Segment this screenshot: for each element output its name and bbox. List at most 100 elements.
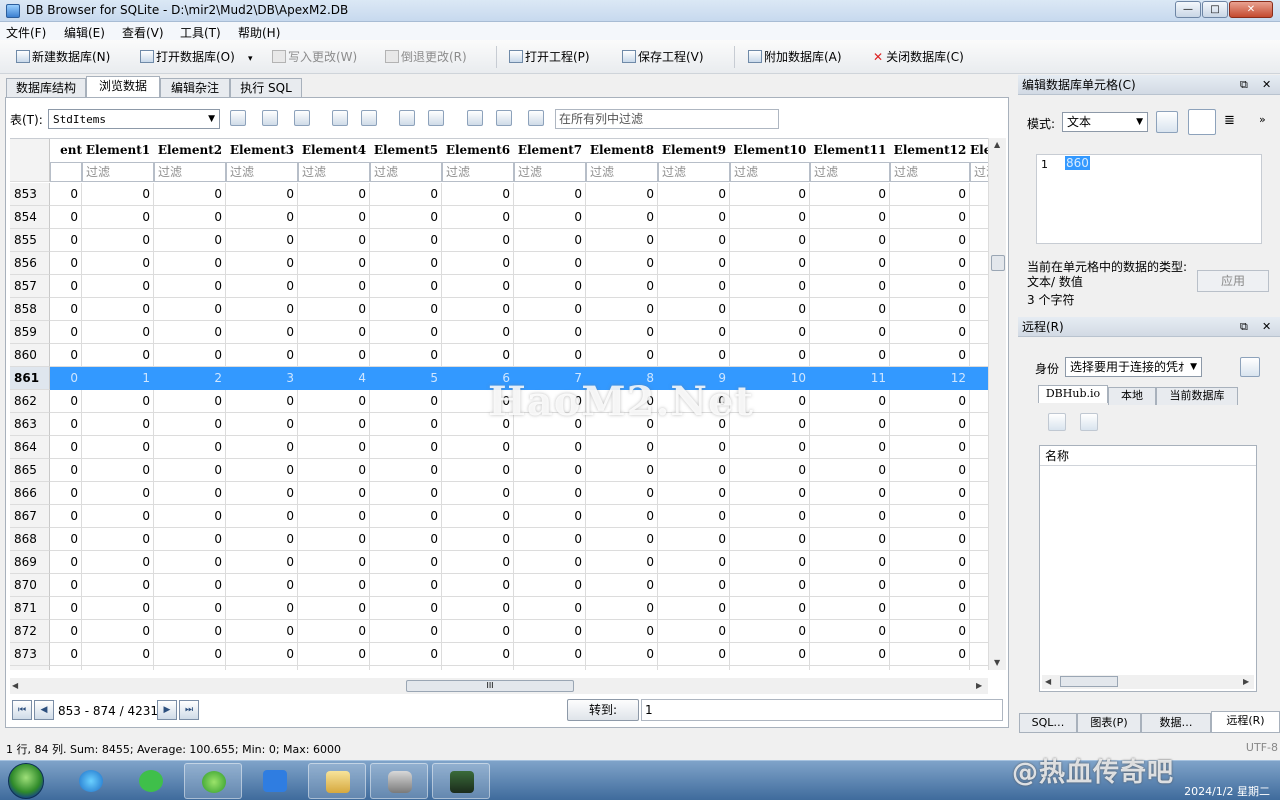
row-number[interactable]: 868 xyxy=(10,528,50,551)
table-cell[interactable]: 0 xyxy=(50,183,82,206)
table-cell[interactable]: 0 xyxy=(82,666,154,670)
open-database-dropdown-icon[interactable]: ▾ xyxy=(248,54,253,72)
column-filter-input[interactable]: 过滤 xyxy=(370,162,442,182)
table-select[interactable]: StdItems ▼ xyxy=(48,109,220,129)
table-cell[interactable]: 0 xyxy=(658,597,730,620)
table-cell[interactable]: 0 xyxy=(298,321,370,344)
table-cell[interactable] xyxy=(970,482,988,505)
table-cell[interactable]: 4 xyxy=(298,367,370,390)
table-cell[interactable]: 0 xyxy=(442,390,514,413)
column-header[interactable]: Element9 xyxy=(658,139,730,162)
table-cell[interactable]: 0 xyxy=(442,298,514,321)
close-panel-icon[interactable]: ✕ xyxy=(1262,75,1271,95)
table-cell[interactable]: 0 xyxy=(514,597,586,620)
minimize-button[interactable]: — xyxy=(1175,1,1201,18)
table-cell[interactable]: 0 xyxy=(514,459,586,482)
delete-record-icon[interactable] xyxy=(428,110,444,126)
filter-all-columns-input[interactable]: 在所有列中过滤 xyxy=(555,109,779,129)
scroll-down-icon[interactable]: ▼ xyxy=(994,658,1000,667)
table-cell[interactable]: 0 xyxy=(298,459,370,482)
table-cell[interactable]: 0 xyxy=(658,666,730,670)
table-cell[interactable]: 0 xyxy=(730,413,810,436)
table-cell[interactable]: 0 xyxy=(730,620,810,643)
table-cell[interactable]: 0 xyxy=(514,551,586,574)
table-cell[interactable]: 0 xyxy=(514,505,586,528)
column-header[interactable]: Element10 xyxy=(730,139,810,162)
table-cell[interactable] xyxy=(970,206,988,229)
table-cell[interactable]: 0 xyxy=(50,321,82,344)
column-filter-input[interactable]: 过滤 xyxy=(154,162,226,182)
table-cell[interactable]: 0 xyxy=(50,597,82,620)
table-cell[interactable]: 0 xyxy=(442,183,514,206)
table-cell[interactable]: 0 xyxy=(658,275,730,298)
set-encoding-icon[interactable] xyxy=(528,110,544,126)
goto-button[interactable]: 转到: xyxy=(567,699,639,721)
column-header[interactable]: Element12 xyxy=(890,139,970,162)
table-cell[interactable]: 0 xyxy=(226,528,298,551)
table-cell[interactable]: 0 xyxy=(890,183,970,206)
table-cell[interactable]: 0 xyxy=(658,321,730,344)
menu-tools[interactable]: 工具(T) xyxy=(180,24,221,41)
table-cell[interactable]: 0 xyxy=(298,620,370,643)
table-cell[interactable]: 0 xyxy=(730,643,810,666)
row-number[interactable]: 872 xyxy=(10,620,50,643)
refresh-icon[interactable] xyxy=(1048,413,1066,431)
table-cell[interactable]: 0 xyxy=(82,252,154,275)
grid-corner[interactable] xyxy=(10,139,50,182)
table-cell[interactable]: 0 xyxy=(810,298,890,321)
table-cell[interactable]: 0 xyxy=(370,344,442,367)
table-cell[interactable]: 0 xyxy=(154,436,226,459)
table-cell[interactable]: 0 xyxy=(82,459,154,482)
table-cell[interactable]: 0 xyxy=(442,574,514,597)
table-cell[interactable]: 0 xyxy=(514,275,586,298)
table-cell[interactable]: 0 xyxy=(810,183,890,206)
new-database-button[interactable]: 新建数据库(N) xyxy=(16,48,110,66)
table-cell[interactable]: 0 xyxy=(226,643,298,666)
table-cell[interactable]: 0 xyxy=(730,597,810,620)
table-cell[interactable]: 0 xyxy=(586,252,658,275)
table-cell[interactable]: 0 xyxy=(810,206,890,229)
table-cell[interactable]: 0 xyxy=(226,482,298,505)
table-cell[interactable]: 0 xyxy=(658,574,730,597)
table-cell[interactable]: 0 xyxy=(226,436,298,459)
table-cell[interactable]: 0 xyxy=(226,321,298,344)
dock-tab-schema[interactable]: 数据… xyxy=(1141,713,1211,733)
text-align-icon[interactable]: ≣ xyxy=(1224,113,1235,128)
column-header[interactable]: Element6 xyxy=(442,139,514,162)
table-cell[interactable]: 0 xyxy=(810,505,890,528)
table-cell[interactable]: 0 xyxy=(810,551,890,574)
table-cell[interactable]: 0 xyxy=(586,574,658,597)
table-cell[interactable]: 0 xyxy=(82,275,154,298)
table-cell[interactable]: 0 xyxy=(442,459,514,482)
table-cell[interactable]: 0 xyxy=(658,620,730,643)
table-cell[interactable]: 0 xyxy=(50,275,82,298)
table-cell[interactable]: 0 xyxy=(50,206,82,229)
table-cell[interactable]: 0 xyxy=(890,229,970,252)
open-project-button[interactable]: 打开工程(P) xyxy=(509,48,590,66)
table-cell[interactable]: 0 xyxy=(82,551,154,574)
table-cell[interactable]: 0 xyxy=(370,574,442,597)
table-cell[interactable]: 0 xyxy=(370,666,442,670)
column-filter-input[interactable]: 过滤 xyxy=(82,162,154,182)
table-cell[interactable]: 0 xyxy=(586,275,658,298)
table-cell[interactable]: 0 xyxy=(890,344,970,367)
table-cell[interactable]: 0 xyxy=(442,505,514,528)
table-cell[interactable]: 0 xyxy=(890,597,970,620)
table-cell[interactable] xyxy=(970,229,988,252)
table-cell[interactable]: 0 xyxy=(730,436,810,459)
attach-database-button[interactable]: 附加数据库(A) xyxy=(748,48,842,66)
column-header[interactable]: ent xyxy=(50,139,82,162)
table-cell[interactable] xyxy=(970,436,988,459)
table-cell[interactable]: 0 xyxy=(890,275,970,298)
open-database-button[interactable]: 打开数据库(O) xyxy=(140,48,235,66)
table-cell[interactable]: 0 xyxy=(514,321,586,344)
table-cell[interactable]: 0 xyxy=(298,528,370,551)
save-project-button[interactable]: 保存工程(V) xyxy=(622,48,704,66)
float-panel-icon[interactable]: ⧉ xyxy=(1240,75,1248,95)
table-cell[interactable]: 0 xyxy=(298,413,370,436)
row-number[interactable]: 867 xyxy=(10,505,50,528)
table-cell[interactable]: 0 xyxy=(226,206,298,229)
table-cell[interactable]: 0 xyxy=(298,666,370,670)
table-cell[interactable]: 0 xyxy=(442,666,514,670)
table-cell[interactable]: 0 xyxy=(82,574,154,597)
